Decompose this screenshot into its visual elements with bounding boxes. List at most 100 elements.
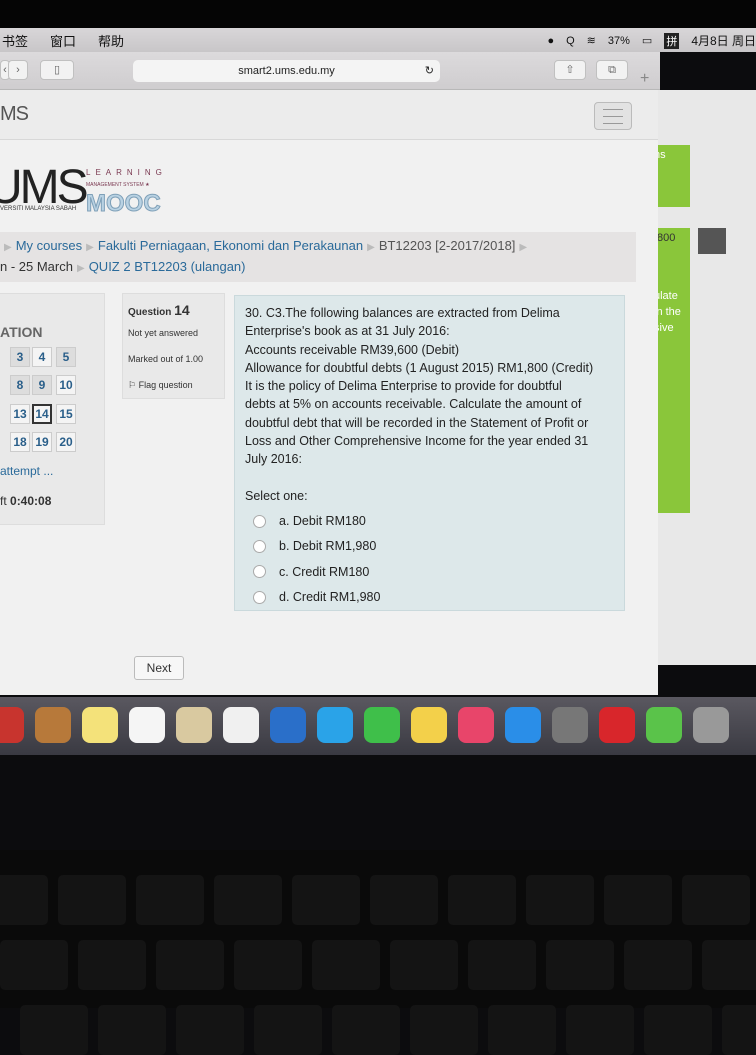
calculator-icon[interactable] bbox=[693, 707, 729, 743]
question-line: Accounts receivable RM39,600 (Debit) bbox=[245, 342, 459, 357]
browser-toolbar: ‹ › ▯ smart2.ums.edu.my ↻ ⇧ ⧉ + bbox=[0, 52, 660, 90]
keyboard-key bbox=[702, 940, 756, 990]
textedit-icon[interactable] bbox=[411, 707, 447, 743]
quiz-nav-button-8[interactable]: 8 bbox=[10, 375, 30, 395]
input-method-icon[interactable]: 拼 bbox=[664, 32, 680, 49]
question-line: It is the policy of Delima Enterprise to… bbox=[245, 379, 562, 394]
site-logo[interactable]: UMS VERSITI MALAYSIA SABAH LEARNING MANA… bbox=[0, 160, 162, 218]
menu-window[interactable]: 窗口 bbox=[50, 31, 76, 50]
forward-button[interactable]: › bbox=[8, 60, 28, 80]
new-tab-button[interactable]: + bbox=[640, 70, 649, 88]
preview-icon[interactable] bbox=[176, 707, 212, 743]
keyboard-key bbox=[526, 875, 594, 925]
answer-option-label: d. Credit RM1,980 bbox=[279, 589, 381, 604]
url-text: smart2.ums.edu.my bbox=[238, 65, 335, 77]
quiz-navigation: ATION 3 4 5 8 9 10 13 14 15 18 19 20 attempt ... ft… bbox=[0, 293, 105, 525]
notes-icon[interactable] bbox=[82, 707, 118, 743]
breadcrumb-section[interactable]: n - 25 March bbox=[0, 259, 73, 274]
keyboard-key bbox=[214, 875, 282, 925]
quiz-nav-button-10[interactable]: 10 bbox=[56, 375, 76, 395]
dock bbox=[0, 697, 756, 755]
sidebar-button[interactable]: ▯ bbox=[40, 60, 74, 80]
reminders-icon[interactable] bbox=[129, 707, 165, 743]
search-icon[interactable]: Q bbox=[566, 35, 575, 47]
music-icon[interactable] bbox=[458, 707, 494, 743]
question-line: doubtful debt that will be recorded in t… bbox=[245, 415, 589, 430]
wifi-icon[interactable]: ≋ bbox=[587, 34, 596, 47]
flag-question[interactable]: ⚐ Flag question bbox=[128, 380, 219, 391]
app-store-icon[interactable] bbox=[505, 707, 541, 743]
quiz-nav-button-20[interactable]: 20 bbox=[56, 432, 76, 452]
system-preferences-icon[interactable] bbox=[552, 707, 588, 743]
time-left-value: 0:40:08 bbox=[10, 494, 52, 508]
keyboard-key bbox=[0, 940, 68, 990]
quicktime-icon[interactable] bbox=[270, 707, 306, 743]
keyboard-key bbox=[644, 1005, 712, 1055]
finish-attempt-link[interactable]: attempt ... bbox=[0, 464, 53, 478]
answer-option[interactable]: d. Credit RM1,980 bbox=[253, 588, 614, 606]
answer-option-label: c. Credit RM180 bbox=[279, 564, 370, 579]
quiz-nav-button-13[interactable]: 13 bbox=[10, 404, 30, 424]
messages-icon[interactable] bbox=[317, 707, 353, 743]
quiz-nav-button-3[interactable]: 3 bbox=[10, 347, 30, 367]
keyboard-key bbox=[682, 875, 750, 925]
radio-button[interactable] bbox=[253, 539, 266, 553]
wechat-icon[interactable]: ● bbox=[547, 35, 554, 47]
question-line: 30. C3.The following balances are extrac… bbox=[245, 306, 560, 320]
tabs-button[interactable]: ⧉ bbox=[596, 60, 628, 80]
question-line: Allowance for doubtful debts (1 August 2… bbox=[245, 360, 594, 375]
answer-option[interactable]: a. Debit RM180 bbox=[253, 512, 614, 530]
quiz-nav-button-18[interactable]: 18 bbox=[10, 432, 30, 452]
select-one-prompt: Select one: bbox=[245, 488, 308, 503]
question-info: Question 14 Not yet answered Marked out … bbox=[122, 293, 225, 399]
keyboard-key bbox=[546, 940, 614, 990]
bg-text: sive bbox=[654, 322, 674, 334]
reload-icon[interactable]: ↻ bbox=[425, 60, 434, 82]
breadcrumb-faculty[interactable]: Fakulti Perniagaan, Ekonomi dan Perakaun… bbox=[98, 238, 363, 253]
keyboard-key bbox=[234, 940, 302, 990]
bg-text: in the bbox=[654, 306, 681, 318]
keyboard-key bbox=[0, 875, 48, 925]
brand-name[interactable]: MS bbox=[0, 103, 29, 126]
answer-option[interactable]: c. Credit RM180 bbox=[253, 563, 614, 581]
keyboard-key bbox=[156, 940, 224, 990]
answer-option[interactable]: b. Debit RM1,980 bbox=[253, 537, 614, 555]
facetime-icon[interactable] bbox=[364, 707, 400, 743]
quiz-nav-button-14[interactable]: 14 bbox=[32, 404, 52, 424]
calendar-icon[interactable] bbox=[0, 707, 24, 743]
next-button[interactable]: Next bbox=[134, 656, 184, 680]
answer-option-label: b. Debit RM1,980 bbox=[279, 539, 377, 554]
youdao-icon[interactable] bbox=[599, 707, 635, 743]
keyboard bbox=[0, 850, 756, 1055]
clock[interactable]: 4月8日 周日 bbox=[691, 32, 756, 49]
quiz-nav-button-19[interactable]: 19 bbox=[32, 432, 52, 452]
web-page: MS UMS VERSITI MALAYSIA SABAH LEARNING M… bbox=[0, 90, 658, 695]
time-left: ft 0:40:08 bbox=[0, 494, 51, 508]
keyboard-key bbox=[176, 1005, 244, 1055]
quiz-nav-button-9[interactable]: 9 bbox=[32, 375, 52, 395]
battery-icon[interactable]: ▭ bbox=[642, 34, 652, 47]
quiz-nav-button-5[interactable]: 5 bbox=[56, 347, 76, 367]
address-bar[interactable]: smart2.ums.edu.my ↻ bbox=[133, 60, 440, 82]
breadcrumb-my-courses[interactable]: My courses bbox=[16, 238, 82, 253]
contacts-icon[interactable] bbox=[35, 707, 71, 743]
radio-button[interactable] bbox=[253, 590, 266, 604]
logo-mooc: MOOC bbox=[86, 190, 162, 218]
menu-bookmarks[interactable]: 书签 bbox=[2, 31, 28, 50]
breadcrumb-course[interactable]: BT12203 [2-2017/2018] bbox=[379, 238, 516, 253]
menu-toggle-button[interactable] bbox=[594, 102, 632, 130]
radio-button[interactable] bbox=[253, 565, 266, 579]
keyboard-key bbox=[566, 1005, 634, 1055]
question-number-value: 14 bbox=[174, 302, 190, 318]
radio-button[interactable] bbox=[253, 514, 266, 528]
breadcrumb-quiz[interactable]: QUIZ 2 BT12203 (ulangan) bbox=[89, 259, 246, 274]
wechat-icon[interactable] bbox=[646, 707, 682, 743]
question-marks: Marked out of 1.00 bbox=[128, 354, 204, 364]
keyboard-key bbox=[20, 1005, 88, 1055]
breadcrumb: ▶ My courses ▶ Fakulti Perniagaan, Ekonomi … bbox=[0, 232, 636, 282]
quiz-nav-button-4[interactable]: 4 bbox=[32, 347, 52, 367]
menu-help[interactable]: 帮助 bbox=[98, 31, 124, 50]
photos-icon[interactable] bbox=[223, 707, 259, 743]
quiz-nav-button-15[interactable]: 15 bbox=[56, 404, 76, 424]
share-button[interactable]: ⇧ bbox=[554, 60, 586, 80]
